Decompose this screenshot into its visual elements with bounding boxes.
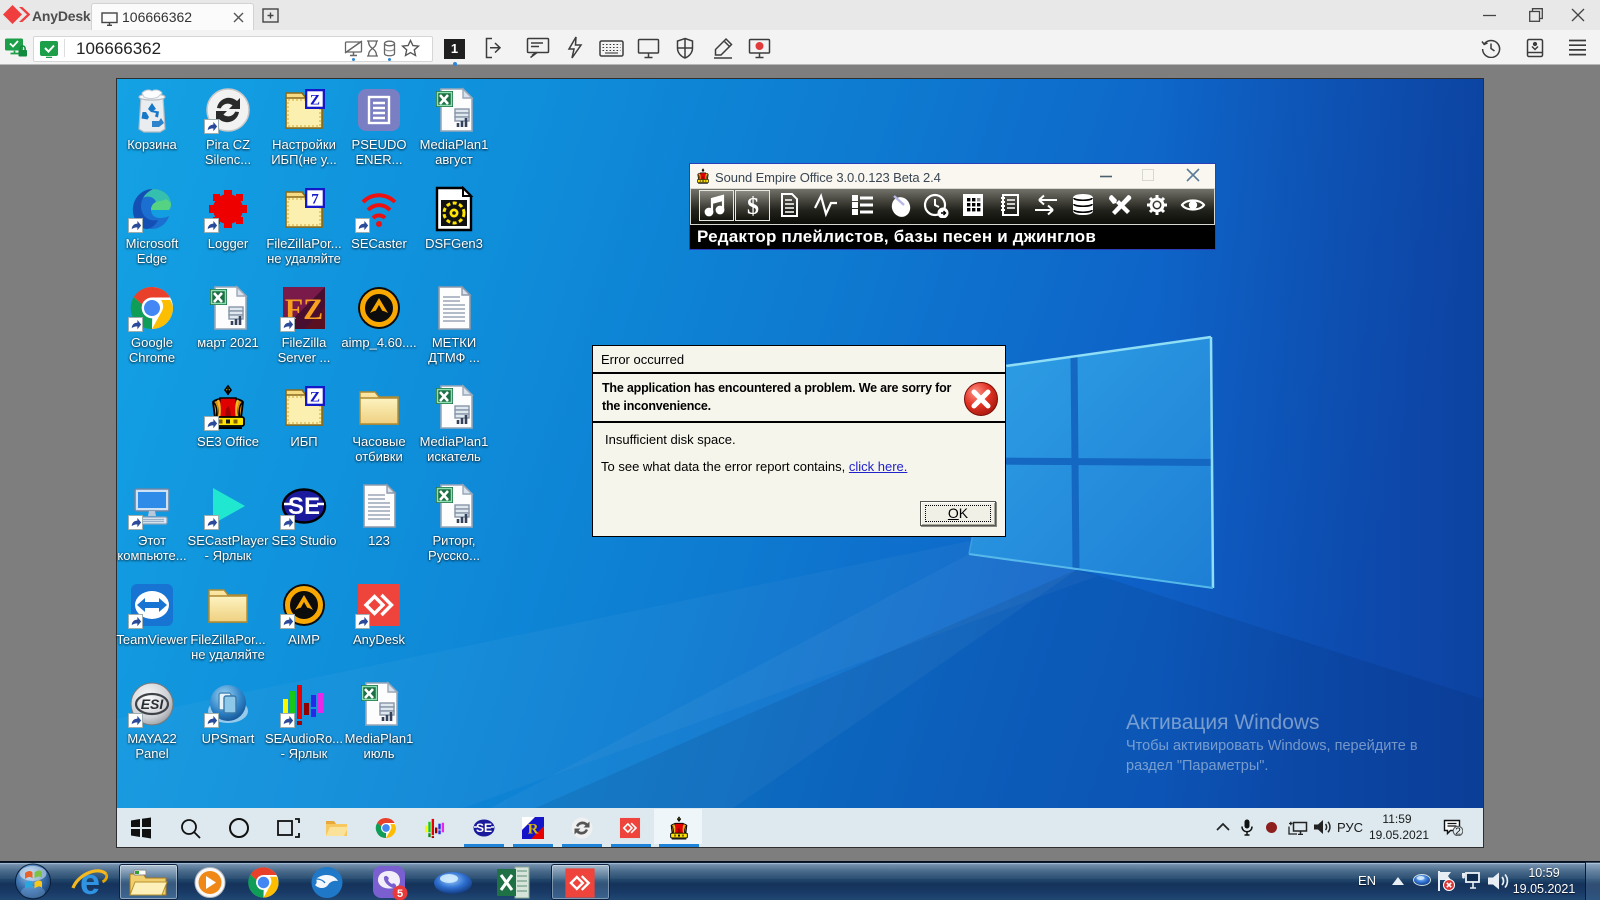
svg-text:5: 5 [397, 888, 403, 900]
svg-text:2: 2 [1455, 827, 1461, 836]
svg-text:SE: SE [476, 821, 492, 835]
svg-text:R: R [528, 822, 539, 838]
svg-text:$: $ [747, 194, 759, 218]
